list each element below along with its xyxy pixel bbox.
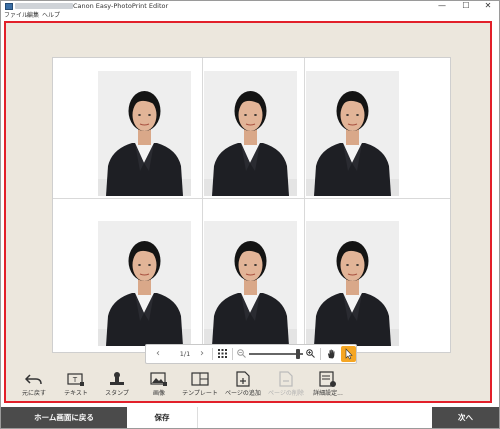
- stamp-icon: [108, 371, 126, 387]
- cut-line: [202, 58, 203, 352]
- maximize-button[interactable]: ☐: [457, 1, 475, 11]
- print-page: [52, 57, 451, 353]
- app-icon: [5, 3, 13, 10]
- menu-help[interactable]: ヘルプ: [42, 11, 60, 20]
- divider: [320, 348, 321, 360]
- portrait-photo[interactable]: [98, 221, 191, 346]
- close-button[interactable]: ✕: [479, 1, 497, 11]
- grid-icon: [217, 349, 227, 358]
- cursor-icon: [345, 348, 353, 360]
- toolbar-label: ページの削除: [268, 390, 304, 397]
- page-number: 1/1: [179, 350, 191, 358]
- undo-icon: [24, 371, 43, 387]
- save-button[interactable]: 保存: [127, 407, 198, 428]
- back-to-home-button[interactable]: ホーム画面に戻る: [1, 407, 127, 428]
- grid-view-button[interactable]: [216, 345, 228, 363]
- bottom-bar: ホーム画面に戻る 保存 次へ: [1, 407, 499, 428]
- cut-line: [304, 58, 305, 352]
- toolbar-label: スタンプ: [105, 390, 129, 397]
- zoom-out-icon: [236, 349, 246, 358]
- image-add-icon: [150, 371, 168, 387]
- svg-text:T: T: [72, 376, 78, 384]
- minimize-button[interactable]: —: [433, 1, 451, 11]
- toolbar-label: 詳細設定...: [313, 390, 343, 397]
- title-bar: Canon Easy-PhotoPrint Editor — ☐ ✕: [1, 1, 499, 11]
- menu-edit[interactable]: 編集: [27, 11, 39, 20]
- text-box-icon: T: [67, 371, 85, 387]
- page-delete-icon: [277, 371, 295, 387]
- zoom-in-button[interactable]: [304, 345, 316, 363]
- window-title: Canon Easy-PhotoPrint Editor: [73, 2, 169, 10]
- portrait-photo[interactable]: [306, 221, 399, 346]
- page-navigation-bar: ‹ 1/1 ›: [145, 344, 357, 364]
- portrait-photo[interactable]: [98, 71, 191, 196]
- settings-list-icon: [319, 371, 337, 387]
- zoom-slider-thumb[interactable]: [295, 349, 300, 359]
- hand-icon: [327, 349, 334, 359]
- zoom-out-button[interactable]: [235, 345, 247, 363]
- portrait-photo[interactable]: [306, 71, 399, 196]
- portrait-photo[interactable]: [204, 221, 297, 346]
- cut-line: [53, 198, 450, 199]
- divider: [212, 348, 213, 360]
- page-add-icon: [234, 371, 252, 387]
- divider: [232, 348, 233, 360]
- toolbar-label: ページの追加: [225, 390, 261, 397]
- prev-page-button[interactable]: ‹: [152, 345, 164, 363]
- zoom-in-icon: [305, 349, 315, 358]
- template-icon: [191, 371, 209, 387]
- menu-file[interactable]: ファイル: [4, 11, 28, 20]
- editing-area: ‹ 1/1 › 元に戻す T テキスト スタンプ 画像 テンプレート ページの追…: [4, 21, 492, 403]
- toolbar-label: テンプレート: [182, 390, 218, 397]
- title-redacted: [15, 3, 73, 9]
- next-page-button[interactable]: ›: [196, 345, 208, 363]
- portrait-photo[interactable]: [204, 71, 297, 196]
- next-button[interactable]: 次へ: [432, 407, 499, 428]
- zoom-slider-track[interactable]: [249, 353, 303, 355]
- select-tool-button[interactable]: [341, 346, 356, 362]
- menu-bar: ファイル 編集 ヘルプ: [1, 11, 499, 20]
- hand-tool-button[interactable]: [324, 345, 338, 363]
- toolbar-label: 元に戻す: [21, 390, 46, 397]
